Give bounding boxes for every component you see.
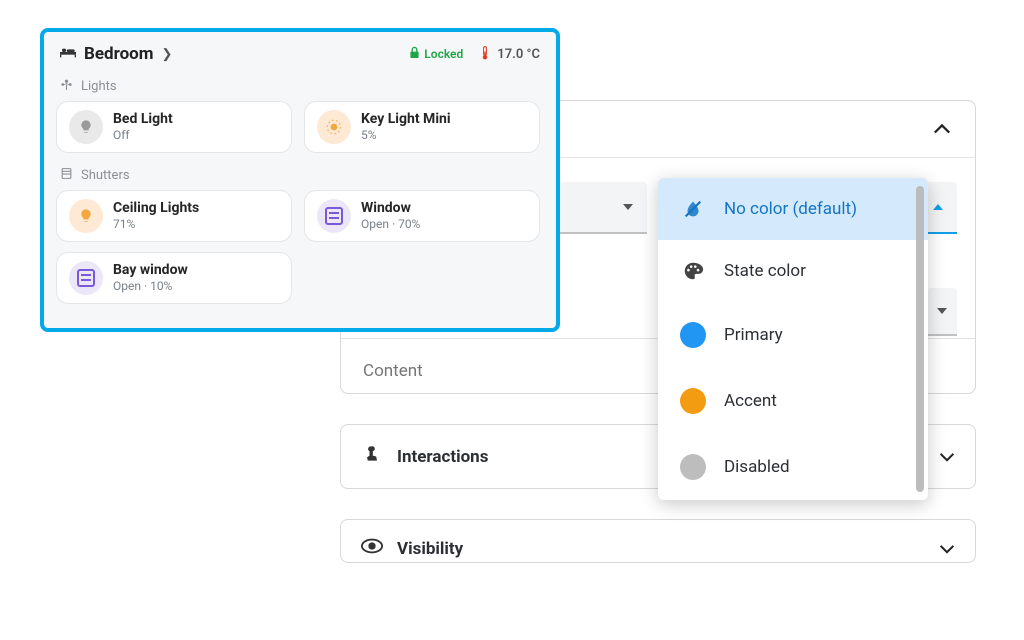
collapse-icon[interactable] xyxy=(933,119,951,140)
color-option-disabled[interactable]: Disabled xyxy=(658,434,928,500)
tile-sub: Open · 70% xyxy=(361,217,420,232)
chevron-down-icon xyxy=(623,204,633,210)
panel-visibility: Visibility xyxy=(340,519,976,563)
tile-title: Key Light Mini xyxy=(361,111,451,127)
shutters-group-icon xyxy=(60,167,73,184)
section-lights-label: Lights xyxy=(56,74,544,101)
section-shutters-label: Shutters xyxy=(56,163,544,190)
tile-key-light[interactable]: Key Light Mini 5% xyxy=(304,101,540,153)
lock-icon xyxy=(409,46,420,62)
color-option-accent[interactable]: Accent xyxy=(658,368,928,434)
swatch-primary xyxy=(680,322,706,348)
swatch-accent xyxy=(680,388,706,414)
tap-icon xyxy=(361,443,383,470)
palette-icon xyxy=(680,260,706,282)
chevron-down-icon xyxy=(939,539,955,558)
panel-title: Interactions xyxy=(397,447,488,467)
tile-window[interactable]: Window Open · 70% xyxy=(304,190,540,242)
bulb-on-icon xyxy=(69,199,103,233)
option-label: Accent xyxy=(724,391,777,411)
room-header[interactable]: Bedroom ❯ Locked 17.0 °C xyxy=(56,40,544,74)
tile-sub: Off xyxy=(113,128,173,143)
tile-sub: Open · 10% xyxy=(113,279,188,294)
tile-title: Bay window xyxy=(113,262,188,278)
bed-icon xyxy=(60,46,76,62)
bulb-off-icon xyxy=(69,110,103,144)
shutter-icon xyxy=(69,261,103,295)
option-label: No color (default) xyxy=(724,199,857,219)
ring-light-icon xyxy=(317,110,351,144)
tile-title: Window xyxy=(361,200,420,216)
chevron-right-icon: ❯ xyxy=(162,47,173,62)
option-label: Disabled xyxy=(724,457,790,477)
tile-sub: 5% xyxy=(361,128,451,143)
temperature-value: 17.0 °C xyxy=(497,47,540,62)
color-option-state[interactable]: State color xyxy=(658,240,928,302)
tile-title: Ceiling Lights xyxy=(113,200,199,216)
tile-bay-window[interactable]: Bay window Open · 10% xyxy=(56,252,292,304)
option-label: Primary xyxy=(724,325,783,345)
color-option-none[interactable]: No color (default) xyxy=(658,178,928,240)
tile-sub: 71% xyxy=(113,217,199,232)
no-color-icon xyxy=(680,198,706,220)
tile-title: Bed Light xyxy=(113,111,173,127)
shutter-icon xyxy=(317,199,351,233)
lights-group-icon xyxy=(60,78,73,95)
chevron-up-icon xyxy=(933,204,943,210)
swatch-disabled xyxy=(680,454,706,480)
tile-ceiling-lights[interactable]: Ceiling Lights 71% xyxy=(56,190,292,242)
lock-status: Locked xyxy=(409,46,463,62)
chevron-down-icon xyxy=(939,447,955,466)
eye-icon xyxy=(361,538,383,559)
dropdown-scrollbar[interactable] xyxy=(916,186,924,492)
room-title: Bedroom xyxy=(84,44,154,64)
thermometer-icon xyxy=(481,45,489,64)
panel-visibility-header[interactable]: Visibility xyxy=(341,520,975,559)
room-preview-card: Bedroom ❯ Locked 17.0 °C Lights Bed Ligh… xyxy=(40,28,560,332)
color-option-primary[interactable]: Primary xyxy=(658,302,928,368)
panel-title: Visibility xyxy=(397,539,463,559)
option-label: State color xyxy=(724,261,806,281)
color-dropdown: No color (default) State color Primary A… xyxy=(658,178,928,500)
tile-bed-light[interactable]: Bed Light Off xyxy=(56,101,292,153)
lock-label: Locked xyxy=(424,47,463,61)
